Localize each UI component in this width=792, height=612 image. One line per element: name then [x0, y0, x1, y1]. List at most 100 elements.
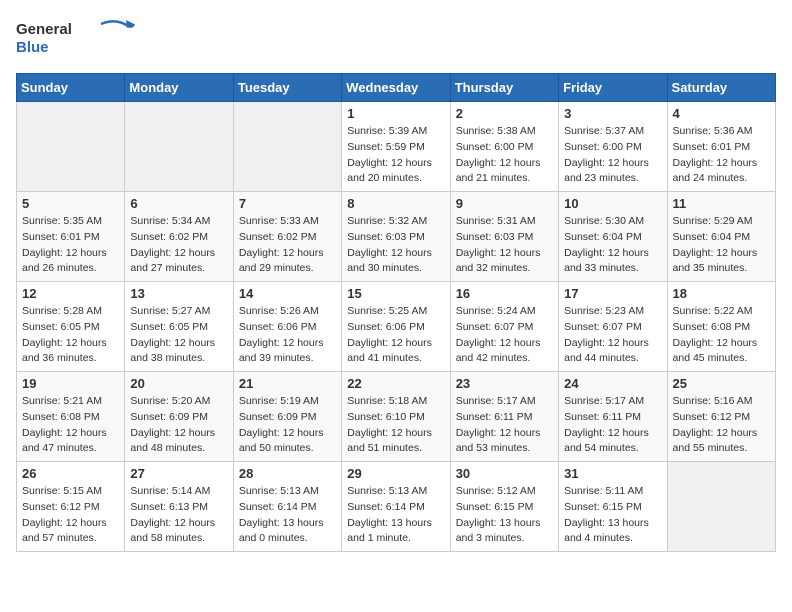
calendar-cell: 9 Sunrise: 5:31 AMSunset: 6:03 PMDaylight… [450, 192, 558, 282]
calendar-header-row: SundayMondayTuesdayWednesdayThursdayFrid… [17, 74, 776, 102]
day-number: 12 [22, 286, 119, 301]
header-thursday: Thursday [450, 74, 558, 102]
day-info: Sunrise: 5:31 AMSunset: 6:03 PMDaylight:… [456, 214, 553, 277]
day-number: 17 [564, 286, 661, 301]
header-tuesday: Tuesday [233, 74, 341, 102]
day-number: 16 [456, 286, 553, 301]
calendar-cell: 5Sunrise: 5:35 AMSunset: 6:01 PMDaylight… [17, 192, 125, 282]
header-monday: Monday [125, 74, 233, 102]
day-info: Sunrise: 5:37 AMSunset: 6:00 PMDaylight:… [564, 124, 661, 187]
day-number: 2 [456, 106, 553, 121]
calendar-table: SundayMondayTuesdayWednesdayThursdayFrid… [16, 73, 776, 552]
calendar-cell: 15 Sunrise: 5:25 AMSunset: 6:06 PMDayligh… [342, 282, 450, 372]
calendar-cell: 4Sunrise: 5:36 AMSunset: 6:01 PMDaylight… [667, 102, 775, 192]
day-number: 7 [239, 196, 336, 211]
day-number: 3 [564, 106, 661, 121]
day-info: Sunrise: 5:27 AMSunset: 6:05 PMDaylight:… [130, 304, 227, 367]
calendar-cell: 28Sunrise: 5:13 AMSunset: 6:14 PMDayligh… [233, 462, 341, 552]
calendar-cell: 11 Sunrise: 5:29 AMSunset: 6:04 PMDayligh… [667, 192, 775, 282]
day-number: 18 [673, 286, 770, 301]
calendar-cell: 10Sunrise: 5:30 AMSunset: 6:04 PMDayligh… [559, 192, 667, 282]
day-number: 14 [239, 286, 336, 301]
day-info: Sunrise: 5:16 AMSunset: 6:12 PMDaylight:… [673, 394, 770, 457]
day-number: 24 [564, 376, 661, 391]
calendar-cell: 21Sunrise: 5:19 AMSunset: 6:09 PMDayligh… [233, 372, 341, 462]
day-number: 8 [347, 196, 444, 211]
page-header: General Blue [16, 16, 776, 61]
day-number: 1 [347, 106, 444, 121]
day-info: Sunrise: 5:38 AMSunset: 6:00 PMDaylight:… [456, 124, 553, 187]
day-number: 5 [22, 196, 119, 211]
day-info: Sunrise: 5:24 AMSunset: 6:07 PMDaylight:… [456, 304, 553, 367]
day-info: Sunrise: 5:39 AMSunset: 5:59 PMDaylight:… [347, 124, 444, 187]
day-info: Sunrise: 5:29 AMSunset: 6:04 PMDaylight:… [673, 214, 770, 277]
header-wednesday: Wednesday [342, 74, 450, 102]
calendar-cell [125, 102, 233, 192]
day-info: Sunrise: 5:25 AMSunset: 6:06 PMDaylight:… [347, 304, 444, 367]
day-info: Sunrise: 5:23 AMSunset: 6:07 PMDaylight:… [564, 304, 661, 367]
day-number: 15 [347, 286, 444, 301]
day-number: 23 [456, 376, 553, 391]
day-number: 9 [456, 196, 553, 211]
calendar-cell: 12 Sunrise: 5:28 AMSunset: 6:05 PMDayligh… [17, 282, 125, 372]
day-number: 19 [22, 376, 119, 391]
calendar-week-3: 12 Sunrise: 5:28 AMSunset: 6:05 PMDayligh… [17, 282, 776, 372]
day-number: 28 [239, 466, 336, 481]
calendar-cell [667, 462, 775, 552]
calendar-cell: 27 Sunrise: 5:14 AMSunset: 6:13 PMDayligh… [125, 462, 233, 552]
calendar-cell: 30 Sunrise: 5:12 AMSunset: 6:15 PMDayligh… [450, 462, 558, 552]
day-info: Sunrise: 5:13 AMSunset: 6:14 PMDaylight:… [347, 484, 444, 547]
day-number: 27 [130, 466, 227, 481]
day-info: Sunrise: 5:30 AMSunset: 6:04 PMDaylight:… [564, 214, 661, 277]
day-number: 6 [130, 196, 227, 211]
calendar-week-4: 19 Sunrise: 5:21 AMSunset: 6:08 PMDayligh… [17, 372, 776, 462]
day-info: Sunrise: 5:15 AMSunset: 6:12 PMDaylight:… [22, 484, 119, 547]
day-number: 30 [456, 466, 553, 481]
svg-text:General: General [16, 21, 72, 38]
calendar-cell: 23 Sunrise: 5:17 AMSunset: 6:11 PMDayligh… [450, 372, 558, 462]
calendar-cell: 16 Sunrise: 5:24 AMSunset: 6:07 PMDayligh… [450, 282, 558, 372]
day-number: 31 [564, 466, 661, 481]
calendar-cell: 17 Sunrise: 5:23 AMSunset: 6:07 PMDayligh… [559, 282, 667, 372]
day-info: Sunrise: 5:12 AMSunset: 6:15 PMDaylight:… [456, 484, 553, 547]
calendar-cell: 31 Sunrise: 5:11 AMSunset: 6:15 PMDayligh… [559, 462, 667, 552]
day-info: Sunrise: 5:19 AMSunset: 6:09 PMDaylight:… [239, 394, 336, 457]
day-info: Sunrise: 5:17 AMSunset: 6:11 PMDaylight:… [456, 394, 553, 457]
header-sunday: Sunday [17, 74, 125, 102]
day-number: 25 [673, 376, 770, 391]
day-info: Sunrise: 5:18 AMSunset: 6:10 PMDaylight:… [347, 394, 444, 457]
day-info: Sunrise: 5:28 AMSunset: 6:05 PMDaylight:… [22, 304, 119, 367]
day-number: 29 [347, 466, 444, 481]
calendar-cell: 26 Sunrise: 5:15 AMSunset: 6:12 PMDayligh… [17, 462, 125, 552]
day-info: Sunrise: 5:20 AMSunset: 6:09 PMDaylight:… [130, 394, 227, 457]
calendar-cell: 18 Sunrise: 5:22 AMSunset: 6:08 PMDayligh… [667, 282, 775, 372]
calendar-cell [233, 102, 341, 192]
calendar-cell: 6Sunrise: 5:34 AMSunset: 6:02 PMDaylight… [125, 192, 233, 282]
calendar-cell: 3 Sunrise: 5:37 AMSunset: 6:00 PMDaylight… [559, 102, 667, 192]
day-number: 4 [673, 106, 770, 121]
day-info: Sunrise: 5:22 AMSunset: 6:08 PMDaylight:… [673, 304, 770, 367]
day-number: 20 [130, 376, 227, 391]
day-number: 26 [22, 466, 119, 481]
calendar-cell: 24 Sunrise: 5:17 AMSunset: 6:11 PMDayligh… [559, 372, 667, 462]
svg-text:Blue: Blue [16, 39, 49, 56]
day-number: 11 [673, 196, 770, 211]
header-saturday: Saturday [667, 74, 775, 102]
calendar-week-5: 26 Sunrise: 5:15 AMSunset: 6:12 PMDayligh… [17, 462, 776, 552]
calendar-cell: 29 Sunrise: 5:13 AMSunset: 6:14 PMDayligh… [342, 462, 450, 552]
day-info: Sunrise: 5:21 AMSunset: 6:08 PMDaylight:… [22, 394, 119, 457]
calendar-cell: 8Sunrise: 5:32 AMSunset: 6:03 PMDaylight… [342, 192, 450, 282]
calendar-cell: 19 Sunrise: 5:21 AMSunset: 6:08 PMDayligh… [17, 372, 125, 462]
day-info: Sunrise: 5:14 AMSunset: 6:13 PMDaylight:… [130, 484, 227, 547]
day-info: Sunrise: 5:17 AMSunset: 6:11 PMDaylight:… [564, 394, 661, 457]
day-info: Sunrise: 5:11 AMSunset: 6:15 PMDaylight:… [564, 484, 661, 547]
calendar-cell: 13Sunrise: 5:27 AMSunset: 6:05 PMDayligh… [125, 282, 233, 372]
logo-svg: General Blue [16, 16, 136, 61]
calendar-week-1: 1 Sunrise: 5:39 AMSunset: 5:59 PMDaylight… [17, 102, 776, 192]
day-number: 22 [347, 376, 444, 391]
calendar-cell: 14Sunrise: 5:26 AMSunset: 6:06 PMDayligh… [233, 282, 341, 372]
calendar-cell: 25 Sunrise: 5:16 AMSunset: 6:12 PMDayligh… [667, 372, 775, 462]
calendar-week-2: 5Sunrise: 5:35 AMSunset: 6:01 PMDaylight… [17, 192, 776, 282]
calendar-cell: 22 Sunrise: 5:18 AMSunset: 6:10 PMDayligh… [342, 372, 450, 462]
calendar-cell: 7Sunrise: 5:33 AMSunset: 6:02 PMDaylight… [233, 192, 341, 282]
